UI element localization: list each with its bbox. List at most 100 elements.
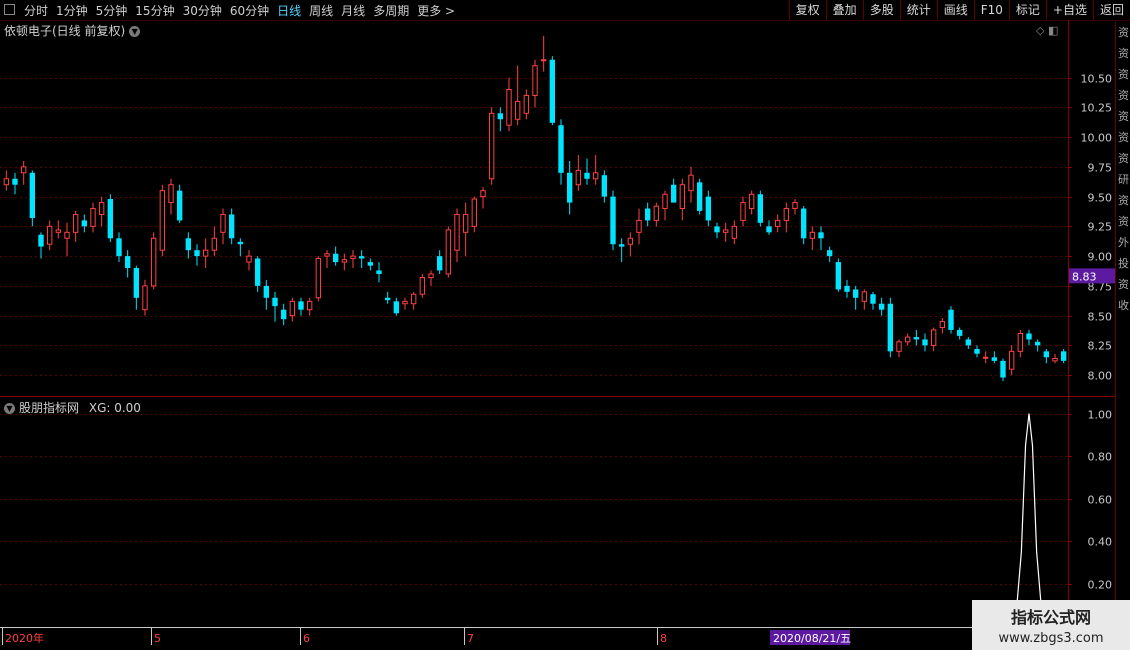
candlestick	[306, 297, 313, 316]
candle-body	[3, 178, 10, 186]
candle-body	[913, 337, 920, 340]
price-tick-label: 10.00	[1081, 132, 1113, 145]
candlestick	[367, 258, 374, 271]
site-watermark: 指标公式网 www.zbgs3.com	[972, 600, 1130, 650]
candlestick	[419, 273, 426, 298]
candlestick	[350, 250, 356, 269]
candlestick	[722, 222, 729, 242]
candlestick	[1000, 358, 1006, 382]
candle-body	[1060, 351, 1067, 361]
candle-body	[540, 59, 547, 62]
candle-body	[220, 213, 226, 233]
candle-body	[653, 205, 660, 221]
candle-body	[532, 65, 538, 96]
candlestick	[332, 246, 339, 266]
candlestick	[55, 220, 62, 239]
candle-body	[809, 231, 816, 239]
right-strip-label: 资	[1118, 152, 1129, 165]
candlestick	[324, 250, 330, 269]
candle-body	[1052, 357, 1058, 362]
candle-body	[428, 273, 434, 279]
candle-body	[974, 348, 980, 354]
candle-body	[55, 229, 62, 233]
candlestick	[844, 279, 850, 298]
candle-body	[64, 231, 70, 239]
candlestick	[20, 160, 27, 185]
candle-body	[662, 193, 668, 210]
candlestick	[1008, 345, 1015, 376]
candle-body	[1000, 360, 1006, 378]
candle-body	[168, 184, 174, 204]
candlestick	[445, 226, 452, 278]
right-strip-label: 资	[1118, 278, 1129, 291]
candlestick	[566, 160, 573, 215]
candlestick	[228, 208, 235, 245]
candlestick	[818, 226, 824, 251]
candle-body	[774, 219, 781, 227]
candlestick	[861, 289, 868, 310]
candle-body	[618, 244, 625, 247]
indicator-tick-label: 1.00	[1088, 409, 1113, 422]
candle-body	[358, 256, 365, 259]
candle-body	[644, 208, 651, 221]
candle-body	[402, 300, 408, 305]
candle-body	[194, 250, 200, 257]
candle-body	[454, 213, 460, 251]
candlestick	[913, 329, 920, 346]
right-info-strip: 资资资资资资资研资资外投资收	[1115, 22, 1130, 650]
candle-body	[731, 225, 738, 239]
right-strip-label: 资	[1118, 131, 1129, 144]
candle-body	[12, 178, 18, 185]
candle-body	[46, 225, 53, 245]
candlestick	[766, 220, 772, 235]
candlestick	[878, 297, 885, 316]
candlestick	[29, 170, 36, 227]
candlestick	[107, 194, 114, 242]
candle-body	[904, 336, 911, 343]
candle-body	[766, 226, 772, 233]
candle-body	[670, 184, 677, 203]
candlestick	[705, 190, 712, 227]
cursor-date-label: 2020/08/21/五	[773, 632, 851, 645]
candle-body	[575, 169, 582, 186]
candle-body	[445, 229, 452, 275]
candle-body	[636, 219, 642, 233]
candle-body	[324, 253, 330, 257]
candlestick	[384, 291, 391, 304]
candlestick	[930, 327, 937, 352]
candlestick	[835, 258, 842, 292]
indicator-tick-label: 0.80	[1088, 451, 1113, 464]
candle-body	[124, 256, 131, 269]
candle-body	[1043, 351, 1050, 358]
price-tick-label: 10.25	[1081, 102, 1113, 115]
candle-body	[722, 229, 729, 233]
candlestick	[670, 178, 677, 203]
candlestick	[185, 232, 192, 259]
candle-body	[705, 196, 712, 221]
candlestick	[696, 178, 703, 215]
candle-body	[159, 190, 166, 251]
candle-body	[202, 249, 209, 257]
stock-chart[interactable]: 10.5010.2510.009.759.509.259.008.758.508…	[0, 0, 1130, 650]
candlestick	[610, 190, 616, 251]
candle-body	[549, 59, 556, 123]
watermark-url: www.zbgs3.com	[998, 631, 1104, 646]
candle-body	[835, 262, 842, 290]
candlestick	[194, 244, 200, 266]
candlestick	[636, 208, 642, 245]
date-label: 6	[303, 632, 310, 645]
candlestick	[549, 56, 556, 126]
indicator-spike-line	[1014, 413, 1044, 627]
candle-body	[185, 238, 192, 251]
candlestick	[618, 238, 625, 263]
candle-body	[480, 190, 486, 198]
candle-body	[965, 339, 972, 346]
candle-body	[298, 301, 304, 310]
candle-body	[679, 184, 686, 210]
date-label: 7	[467, 632, 474, 645]
right-strip-label: 资	[1118, 110, 1129, 123]
candle-body	[20, 166, 27, 174]
candle-body	[930, 329, 937, 346]
candle-body	[332, 253, 339, 263]
candlestick	[887, 297, 894, 358]
